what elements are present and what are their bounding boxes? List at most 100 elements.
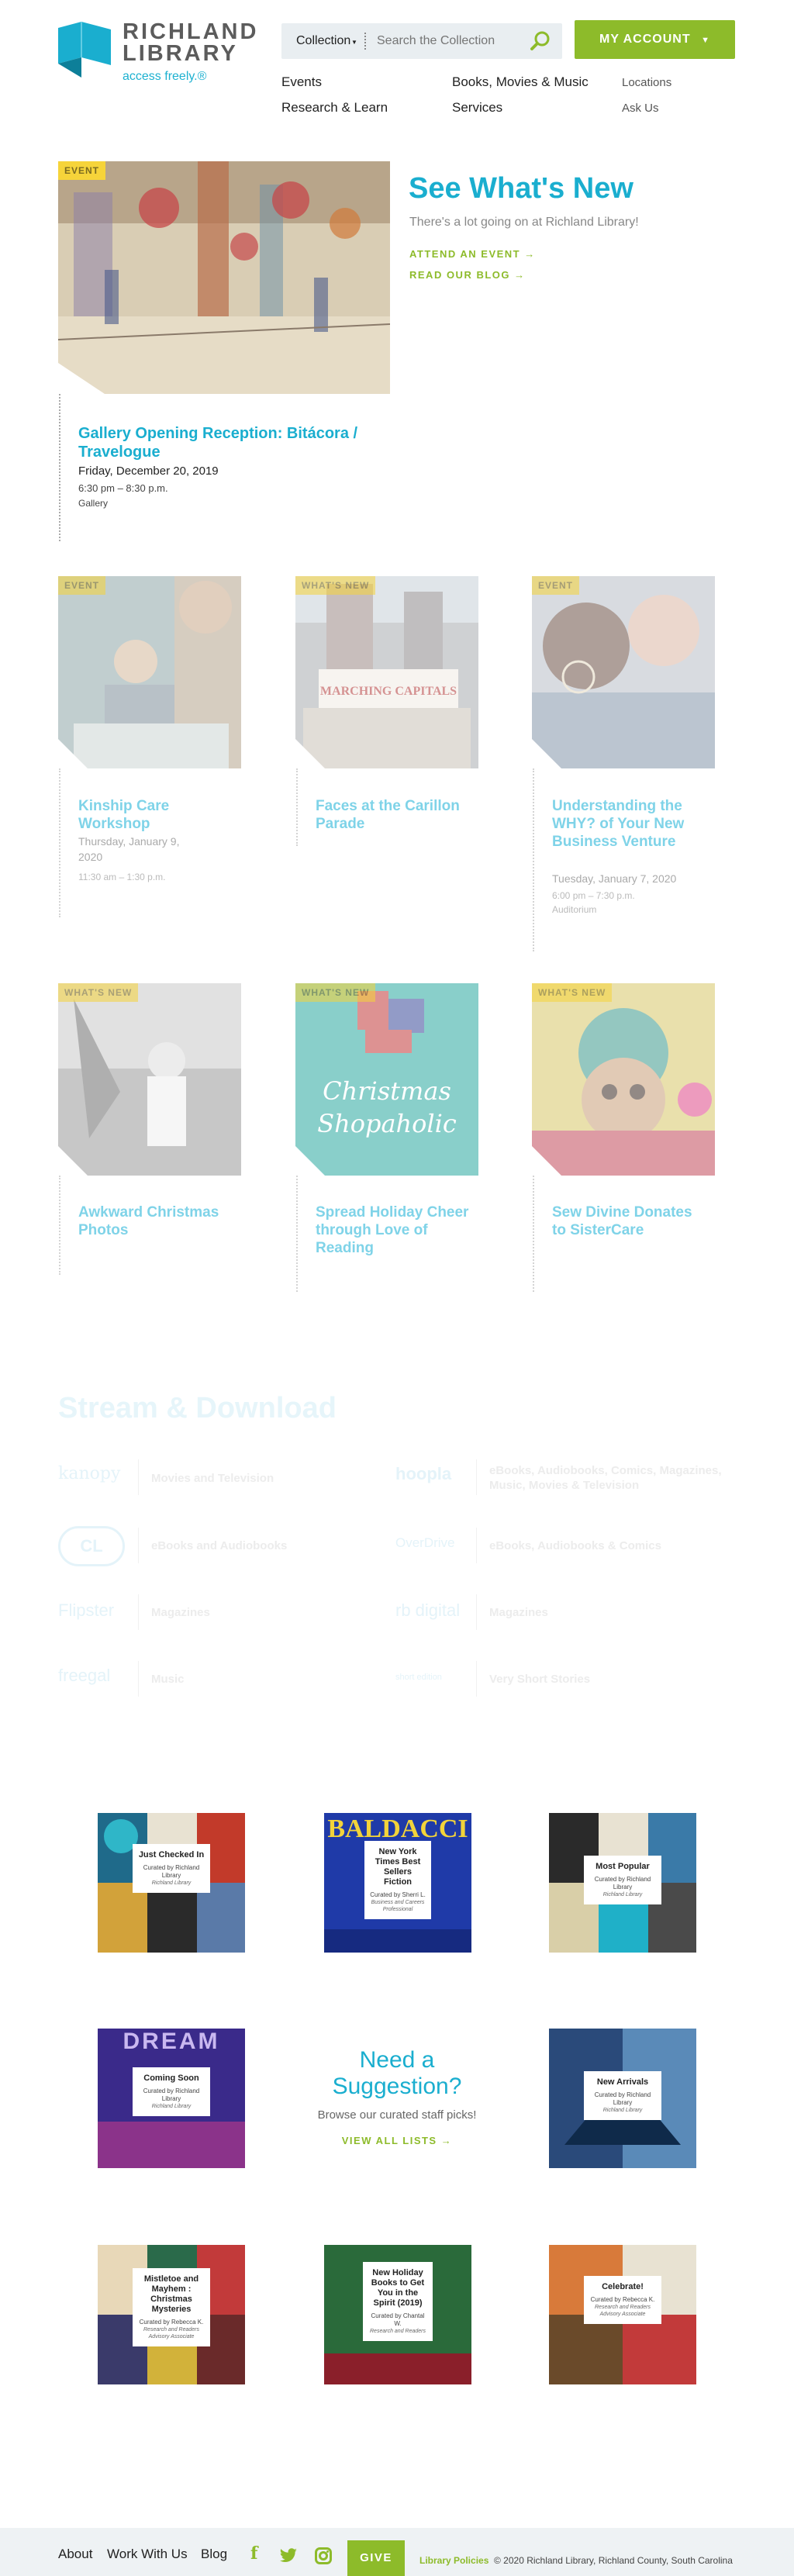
stream-label[interactable]: Very Short Stories xyxy=(489,1672,590,1687)
book-list-card: Most Popular Curated by Richland Library… xyxy=(584,1856,661,1904)
stream-divider xyxy=(476,1528,477,1563)
book-list-just-checked-in[interactable]: Just Checked In Curated by Richland Libr… xyxy=(98,1813,245,1953)
rbdigital-logo[interactable]: rb digital xyxy=(395,1601,460,1621)
card-title-holiday-cheer[interactable]: Spread Holiday Cheer through Love of Rea… xyxy=(316,1203,471,1257)
card-title-business[interactable]: Understanding the WHY? of Your New Busin… xyxy=(552,797,707,851)
stream-label[interactable]: eBooks, Audiobooks & Comics xyxy=(489,1538,661,1553)
card-divider xyxy=(296,768,298,846)
stream-label[interactable]: eBooks, Audiobooks, Comics, Magazines, M… xyxy=(489,1463,722,1493)
card-image-kinship[interactable] xyxy=(58,576,241,768)
nav-books-movies-music[interactable]: Books, Movies & Music xyxy=(452,74,589,90)
kinship-photo-image xyxy=(58,576,241,768)
book-list-card: Celebrate! Curated by Rebecca K. Researc… xyxy=(584,2276,661,2324)
dream-cover-text: DREAM xyxy=(123,2029,220,2054)
card-image-business[interactable] xyxy=(532,576,715,768)
stream-divider xyxy=(138,1528,139,1563)
book-list-title: New York Times Best Sellers Fiction xyxy=(375,1847,421,1887)
book-list-curator-sub: Richland Library xyxy=(602,2108,643,2113)
book-list-coming-soon[interactable]: DREAM Coming Soon Curated by Richland Li… xyxy=(98,2029,245,2168)
featured-divider xyxy=(59,394,60,541)
card-time: 11:30 am – 1:30 p.m. xyxy=(78,872,166,882)
hoopla-logo[interactable]: hoopla xyxy=(395,1464,451,1484)
book-cover-band xyxy=(98,2122,245,2168)
stream-divider xyxy=(138,1459,139,1495)
card-tag: EVENT xyxy=(532,576,580,595)
cloud-library-logo-icon[interactable]: CL xyxy=(58,1526,125,1566)
view-all-lists-link[interactable]: VIEW ALL LISTS → xyxy=(306,2135,488,2146)
logo-wordmark-richland[interactable]: RICHLAND xyxy=(123,20,258,43)
my-account-label: MY ACCOUNT xyxy=(599,33,691,46)
need-suggestion-title: Need a Suggestion? xyxy=(332,2047,462,2099)
stream-label[interactable]: Music xyxy=(151,1672,185,1687)
book-list-nyt-best-sellers[interactable]: BALDACCI New York Times Best Sellers Fic… xyxy=(324,1813,471,1953)
book-list-holiday-books[interactable]: New Holiday Books to Get You in the Spir… xyxy=(324,2245,471,2384)
card-title-sew-divine[interactable]: Sew Divine Donates to SisterCare xyxy=(552,1203,707,1239)
card-image-awkward[interactable] xyxy=(58,983,241,1176)
logo-tagline: access freely.® xyxy=(123,70,207,83)
card-divider xyxy=(533,768,534,951)
nav-locations[interactable]: Locations xyxy=(622,76,671,89)
sew-divine-photo-image xyxy=(532,983,715,1176)
my-account-button[interactable]: MY ACCOUNT ▼ xyxy=(575,20,735,59)
book-list-curator-sub: Richland Library xyxy=(151,2104,192,2109)
book-list-curator: Curated by Richland Library xyxy=(594,2091,651,2106)
short-edition-logo[interactable]: short edition xyxy=(395,1673,442,1682)
nav-ask-us[interactable]: Ask Us xyxy=(622,102,659,115)
give-button[interactable]: GIVE xyxy=(347,2540,405,2576)
book-list-mistletoe-mayhem[interactable]: Mistletoe and Mayhem : Christmas Mysteri… xyxy=(98,2245,245,2384)
attend-event-link[interactable]: ATTEND AN EVENT → xyxy=(409,248,536,260)
book-list-card: New Arrivals Curated by Richland Library… xyxy=(584,2071,661,2120)
see-whats-new-subtitle: There's a lot going on at Richland Libra… xyxy=(409,216,639,229)
instagram-icon[interactable] xyxy=(315,2547,332,2564)
book-list-title: Mistletoe and Mayhem : Christmas Mysteri… xyxy=(143,2274,199,2314)
stream-label[interactable]: Magazines xyxy=(489,1605,548,1620)
search-icon[interactable] xyxy=(527,28,554,54)
featured-event-title[interactable]: Gallery Opening Reception: Bitácora / Tr… xyxy=(78,424,373,461)
book-list-curator: Curated by Rebecca K. xyxy=(139,2319,204,2326)
baldacci-cover-text: BALDACCI xyxy=(327,1815,468,1843)
card-divider xyxy=(533,1176,534,1292)
stream-divider xyxy=(138,1661,139,1697)
twitter-icon[interactable] xyxy=(279,2548,298,2564)
stream-divider xyxy=(138,1594,139,1630)
nav-events[interactable]: Events xyxy=(281,74,322,90)
kanopy-logo[interactable]: kanopy xyxy=(58,1464,120,1483)
card-title-kinship[interactable]: Kinship Care Workshop xyxy=(78,797,233,833)
card-image-shopaholic[interactable]: Christmas Shopaholic xyxy=(295,983,478,1176)
featured-event-time: 6:30 pm – 8:30 p.m. xyxy=(78,482,168,494)
card-divider xyxy=(59,768,60,917)
stream-label[interactable]: Movies and Television xyxy=(151,1471,274,1486)
book-list-curator: Curated by Sherri L. xyxy=(370,1891,426,1898)
card-date: Tuesday, January 7, 2020 xyxy=(552,872,677,885)
stream-label[interactable]: eBooks and Audiobooks xyxy=(151,1538,287,1553)
cloud-library-logo: CL xyxy=(80,1536,103,1556)
book-list-curator-sub: Research and Readers xyxy=(370,2329,426,2334)
card-tag: WHAT'S NEW xyxy=(58,983,139,1002)
book-list-card: New York Times Best Sellers Fiction Cura… xyxy=(364,1841,431,1919)
logo-wordmark-library[interactable]: LIBRARY xyxy=(123,42,238,65)
facebook-icon[interactable]: f xyxy=(250,2543,257,2564)
book-list-most-popular[interactable]: Most Popular Curated by Richland Library… xyxy=(549,1813,696,1953)
freegal-logo[interactable]: freegal xyxy=(58,1666,110,1686)
library-logo-icon[interactable] xyxy=(58,22,111,78)
search-input[interactable] xyxy=(371,26,526,57)
read-blog-link[interactable]: READ OUR BLOG → xyxy=(409,269,526,281)
flipster-logo[interactable]: Flipster xyxy=(58,1601,114,1621)
card-title-awkward[interactable]: Awkward Christmas Photos xyxy=(78,1203,233,1239)
book-list-celebrate[interactable]: Celebrate! Curated by Rebecca K. Researc… xyxy=(549,2245,696,2384)
overdrive-logo[interactable]: OverDrive xyxy=(395,1535,455,1551)
card-image-sew-divine[interactable] xyxy=(532,983,715,1176)
book-list-curator: Curated by Richland Library xyxy=(143,2087,200,2102)
footer-blog-link[interactable]: Blog xyxy=(201,2547,227,2562)
stream-label[interactable]: Magazines xyxy=(151,1605,210,1620)
featured-event-image[interactable] xyxy=(58,161,390,394)
footer-about-link[interactable]: About xyxy=(58,2547,92,2562)
nav-research-learn[interactable]: Research & Learn xyxy=(281,100,388,116)
footer-work-with-us-link[interactable]: Work With Us xyxy=(107,2547,188,2562)
library-policies-link[interactable]: Library Policies xyxy=(419,2555,488,2566)
nav-services[interactable]: Services xyxy=(452,100,502,116)
card-tag: WHAT'S NEW xyxy=(532,983,613,1002)
card-title-parade[interactable]: Faces at the Carillon Parade xyxy=(316,797,471,833)
card-image-parade[interactable]: MARCHING CAPITALS xyxy=(295,576,478,768)
book-list-new-arrivals[interactable]: New Arrivals Curated by Richland Library… xyxy=(549,2029,696,2168)
